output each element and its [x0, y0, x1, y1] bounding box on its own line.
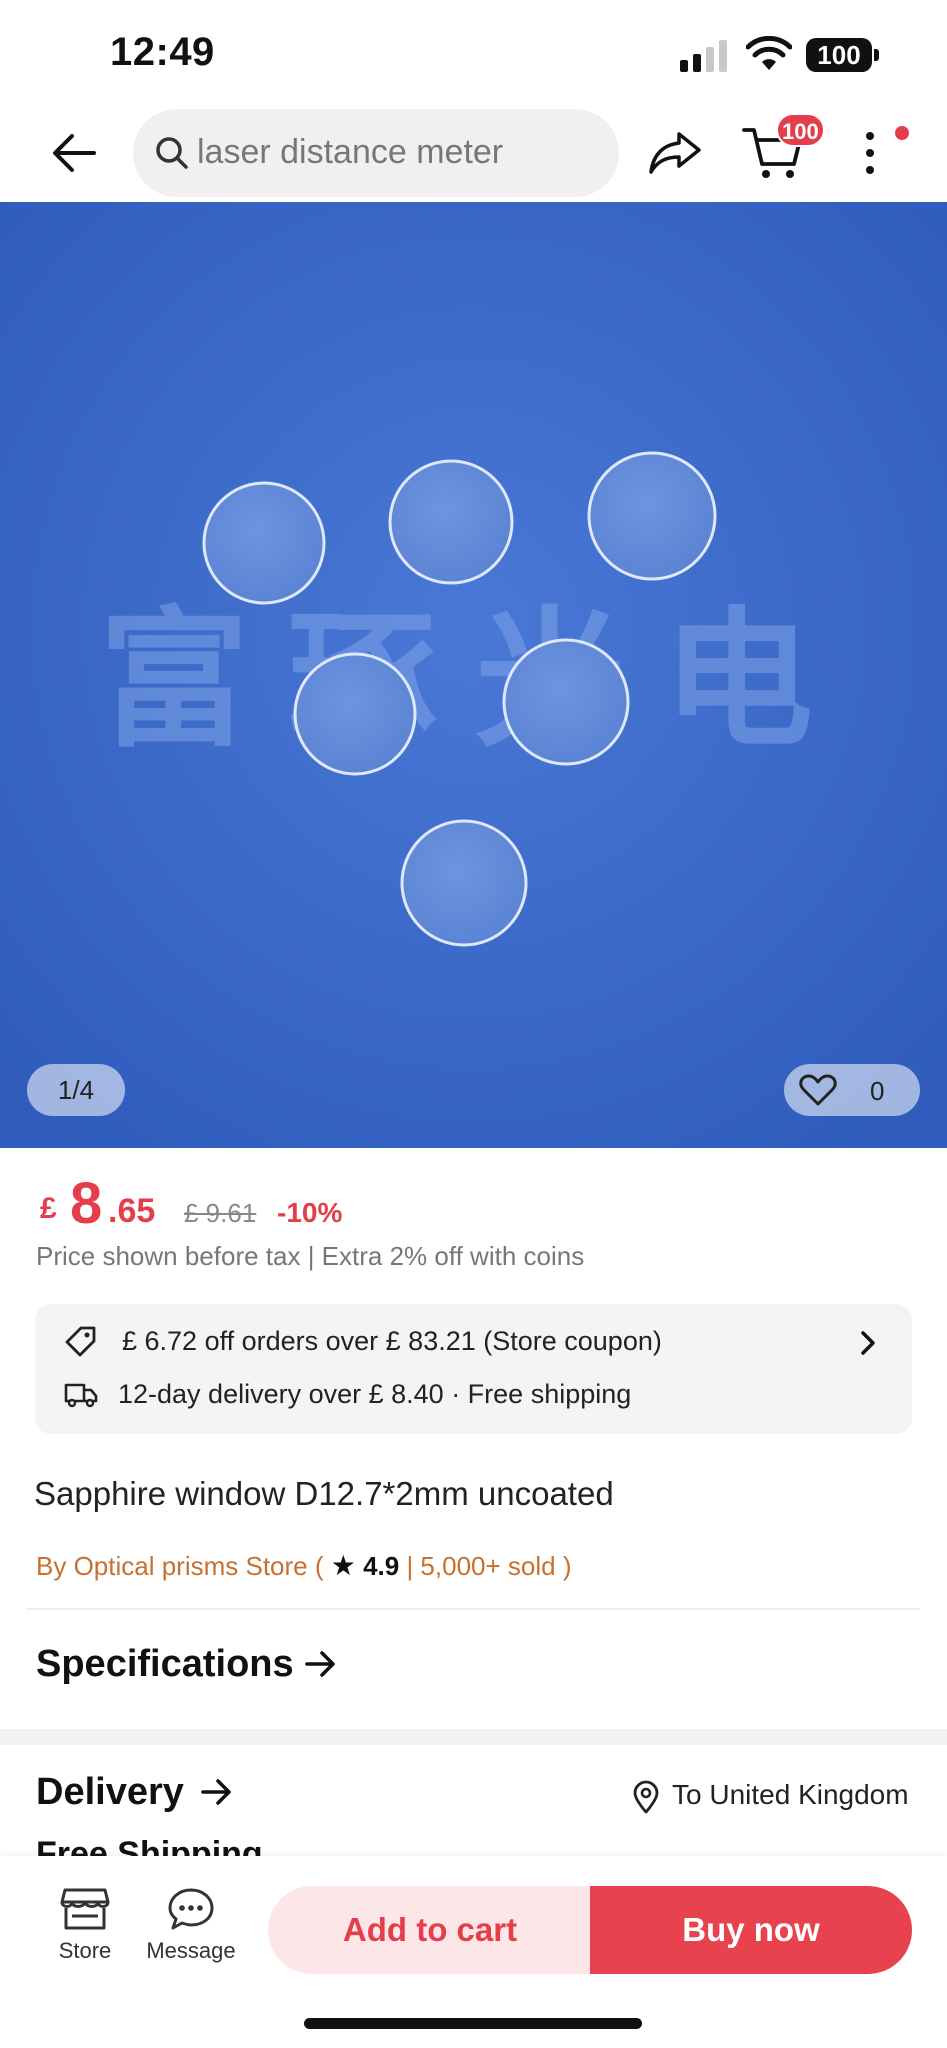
battery-indicator: 100: [806, 38, 872, 72]
watermark-text: 富琢光电: [99, 594, 851, 768]
message-tab[interactable]: Message: [140, 1886, 242, 1966]
battery-tip: [874, 49, 879, 61]
home-indicator[interactable]: [304, 2018, 642, 2029]
wifi-icon: [746, 36, 792, 70]
notification-dot: [895, 126, 909, 140]
buy-now-button[interactable]: Buy now: [590, 1886, 912, 1974]
delivery-info-text: 12-day delivery over £ 8.40 · Free shipp…: [118, 1379, 632, 1409]
share-icon[interactable]: [645, 128, 705, 178]
price-row: £ 8 .65 £ 9.61 -10%: [36, 1170, 916, 1240]
store-rating: 4.9: [363, 1551, 400, 1581]
delivery-link[interactable]: Delivery: [36, 1771, 234, 1814]
divider: [27, 1608, 920, 1610]
store-coupon-text: £ 6.72 off orders over £ 83.21 (Store co…: [122, 1326, 662, 1356]
specifications-label: Specifications: [36, 1643, 294, 1685]
coupon-tag-icon: [65, 1326, 96, 1357]
star-icon: ★: [330, 1550, 356, 1581]
favorite-count: 0: [870, 1076, 885, 1106]
back-arrow-icon[interactable]: [44, 128, 104, 178]
store-tab-label: Store: [58, 1938, 112, 1963]
status-time: 12:49: [110, 30, 215, 74]
price-decimal: .65: [108, 1192, 156, 1230]
chevron-right-icon: [861, 1331, 875, 1355]
store-icon: [60, 1888, 110, 1930]
product-image-gallery[interactable]: 富琢光电 1/4 0: [0, 202, 947, 1148]
heart-icon: [799, 1074, 837, 1106]
store-link[interactable]: By Optical prisms Store ( ★ 4.9 | 5,000+…: [36, 1549, 571, 1582]
price-main: 8: [70, 1171, 103, 1236]
section-separator: [0, 1729, 947, 1745]
arrow-right-icon: [305, 1651, 335, 1677]
discount-badge: -10%: [277, 1197, 343, 1228]
tax-note: Price shown before tax | Extra 2% off wi…: [36, 1241, 585, 1271]
location-pin-icon: [633, 1780, 659, 1814]
delivery-truck-icon: [64, 1383, 98, 1408]
shipping-destination[interactable]: To United Kingdom: [672, 1779, 909, 1811]
store-tab[interactable]: Store: [44, 1886, 126, 1966]
add-to-cart-button[interactable]: Add to cart: [268, 1886, 592, 1974]
status-bar: 12:49 100: [0, 0, 947, 100]
message-tab-label: Message: [146, 1938, 236, 1963]
original-price: £ 9.61: [184, 1198, 257, 1228]
message-icon: [168, 1888, 214, 1930]
store-name: By Optical prisms Store (: [36, 1551, 331, 1581]
specifications-link[interactable]: Specifications: [36, 1643, 338, 1686]
sold-count: | 5,000+ sold ): [399, 1551, 572, 1581]
cellular-signal-icon: [680, 40, 727, 72]
search-query: laser distance meter: [197, 133, 504, 171]
price-currency: £: [40, 1192, 57, 1225]
cart-count-badge: 100: [776, 113, 825, 147]
product-photo: 富琢光电: [0, 202, 947, 1148]
more-options-icon[interactable]: [855, 128, 885, 178]
coupon-card[interactable]: £ 6.72 off orders over £ 83.21 (Store co…: [35, 1304, 912, 1434]
top-nav: laser distance meter 100: [0, 100, 947, 202]
arrow-right-icon: [201, 1779, 232, 1805]
search-icon: [156, 137, 188, 169]
image-counter: 1/4: [27, 1064, 125, 1116]
search-input[interactable]: laser distance meter: [133, 109, 619, 197]
product-title: Sapphire window D12.7*2mm uncoated: [34, 1475, 614, 1512]
favorite-button[interactable]: 0: [784, 1064, 920, 1116]
delivery-label: Delivery: [36, 1771, 184, 1813]
